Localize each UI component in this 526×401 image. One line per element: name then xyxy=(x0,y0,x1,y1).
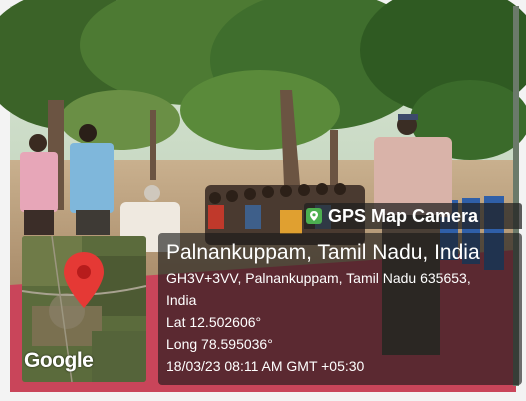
app-name: GPS Map Camera xyxy=(328,205,479,226)
datetime: 18/03/23 08:11 AM GMT +05:30 xyxy=(166,358,365,374)
location-title: Palnankuppam, Tamil Nadu, India xyxy=(166,241,480,264)
map-thumbnail: Google xyxy=(22,236,146,382)
address-line-1: GH3V+3VV, Palnankuppam, Tamil Nadu 63565… xyxy=(166,270,471,286)
tree-canopy xyxy=(0,0,526,160)
longitude: Long 78.595036° xyxy=(166,336,273,352)
location-info-panel: Palnankuppam, Tamil Nadu, India GH3V+3VV… xyxy=(158,233,522,385)
app-badge: GPS Map Camera xyxy=(304,203,522,229)
gps-map-camera-icon xyxy=(306,208,322,224)
address-line-2: India xyxy=(166,292,197,308)
google-logo: Google xyxy=(24,349,94,372)
latitude: Lat 12.502606° xyxy=(166,314,262,330)
